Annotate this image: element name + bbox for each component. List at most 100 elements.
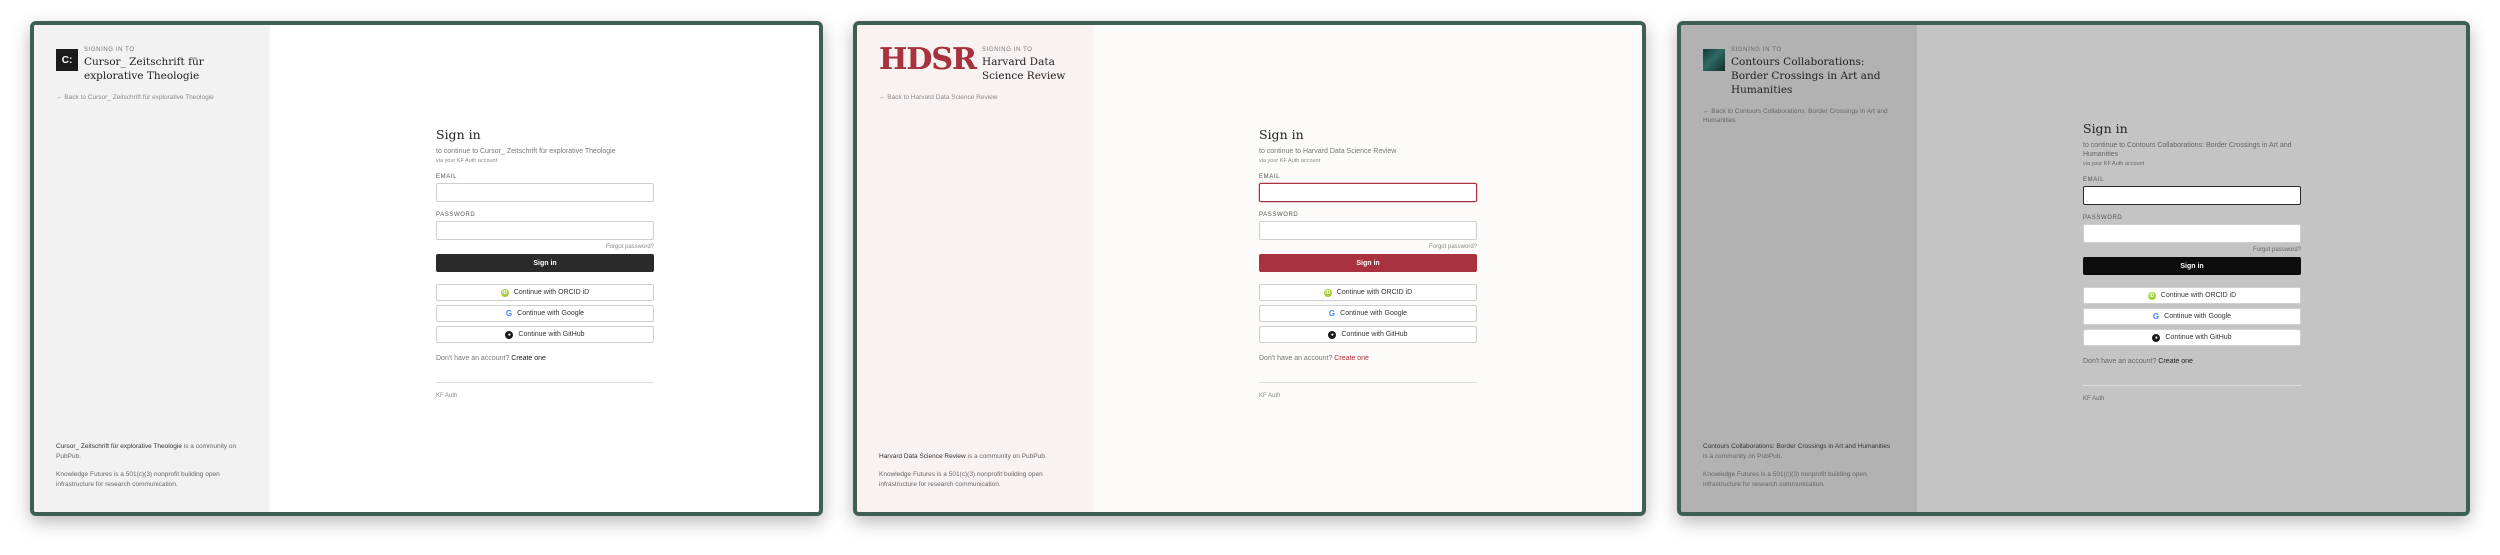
kf-auth-label: KF Auth (1259, 393, 1281, 399)
continue-to-text: to continue to Harvard Data Science Revi… (1259, 148, 1397, 155)
community-logo (1703, 49, 1725, 71)
signin-main: Sign in to continue to Harvard Data Scie… (1093, 25, 1642, 512)
community-logo: HDSR (879, 42, 977, 77)
kf-auth-label: KF Auth (2083, 396, 2105, 402)
email-field[interactable] (2083, 186, 2301, 205)
community-sidebar: C: SIGNING IN TO Cursor_ Zeitschrift für… (34, 25, 270, 512)
github-icon: ● (1328, 330, 1337, 339)
forgot-password-link[interactable]: Forgot password? (2083, 247, 2301, 253)
email-field[interactable] (1259, 183, 1477, 202)
footer-community-note: is a community on PubPub. (967, 453, 1047, 460)
sidebar-footer: Harvard Data Science Review is a communi… (879, 452, 1071, 490)
back-link[interactable]: ← Back to Contours Collaborations: Borde… (1703, 107, 1895, 125)
back-link[interactable]: ← Back to Cursor_ Zeitschrift für explor… (56, 93, 248, 102)
via-account-text: via your KF Auth account (1259, 158, 1321, 164)
github-button[interactable]: ● Continue with GitHub (436, 326, 654, 343)
password-field[interactable] (2083, 224, 2301, 243)
signing-in-to-label: SIGNING IN TO (84, 47, 135, 53)
community-brand: SIGNING IN TO Contours Collaborations: B… (1703, 45, 1895, 97)
footer-kf-note: Knowledge Futures is a 501(c)(3) nonprof… (879, 471, 1043, 488)
community-brand: C: SIGNING IN TO Cursor_ Zeitschrift für… (56, 45, 248, 83)
signin-main: Sign in to continue to Contours Collabor… (1917, 25, 2466, 512)
no-account-text: Don't have an account? Create one (1259, 355, 1477, 362)
via-account-text: via your KF Auth account (2083, 161, 2145, 167)
google-button-label: Continue with Google (2164, 313, 2232, 320)
divider (1259, 382, 1477, 383)
orcid-button-label: Continue with ORCID iD (1336, 289, 1413, 296)
no-account-text: Don't have an account? Create one (2083, 358, 2301, 365)
signin-window-hdsr: HDSR SIGNING IN TO Harvard Data Science … (853, 21, 1646, 516)
no-account-label: Don't have an account? (2083, 358, 2157, 365)
orcid-button[interactable]: iD Continue with ORCID iD (1259, 284, 1477, 301)
orcid-icon: iD (2147, 291, 2156, 300)
create-account-link[interactable]: Create one (1334, 355, 1369, 362)
footer-community-name: Harvard Data Science Review (879, 453, 966, 460)
forgot-password-link[interactable]: Forgot password? (436, 244, 654, 250)
sign-in-button[interactable]: Sign in (1259, 254, 1477, 272)
sign-in-button[interactable]: Sign in (436, 254, 654, 272)
signin-form: Sign in to continue to Cursor_ Zeitschri… (436, 127, 654, 399)
github-icon: ● (2152, 333, 2161, 342)
github-button-label: Continue with GitHub (518, 331, 585, 338)
community-sidebar: SIGNING IN TO Contours Collaborations: B… (1681, 25, 1917, 512)
divider (2083, 385, 2301, 386)
email-label: EMAIL (1259, 174, 1281, 180)
github-button-label: Continue with GitHub (1341, 331, 1408, 338)
github-button-label: Continue with GitHub (2165, 334, 2232, 341)
sign-in-button[interactable]: Sign in (2083, 257, 2301, 275)
email-field[interactable] (436, 183, 654, 202)
signin-main: Sign in to continue to Cursor_ Zeitschri… (270, 25, 819, 512)
google-button[interactable]: G Continue with Google (436, 305, 654, 322)
google-button[interactable]: G Continue with Google (1259, 305, 1477, 322)
google-icon: G (505, 309, 513, 318)
github-button[interactable]: ● Continue with GitHub (2083, 329, 2301, 346)
google-button[interactable]: G Continue with Google (2083, 308, 2301, 325)
footer-kf-note: Knowledge Futures is a 501(c)(3) nonprof… (56, 471, 220, 488)
sidebar-footer: Cursor_ Zeitschrift für explorative Theo… (56, 442, 248, 490)
orcid-button-label: Continue with ORCID iD (513, 289, 590, 296)
back-link[interactable]: ← Back to Harvard Data Science Review (879, 93, 1071, 102)
google-icon: G (1328, 309, 1336, 318)
footer-community-name: Contours Collaborations: Border Crossing… (1703, 443, 1891, 450)
community-brand: HDSR SIGNING IN TO Harvard Data Science … (879, 45, 1071, 83)
orcid-button[interactable]: iD Continue with ORCID iD (2083, 287, 2301, 304)
email-label: EMAIL (436, 174, 458, 180)
signin-heading: Sign in (436, 127, 481, 142)
footer-community-note: is a community on PubPub. (1703, 453, 1783, 460)
google-button-label: Continue with Google (517, 310, 585, 317)
orcid-button-label: Continue with ORCID iD (2160, 292, 2237, 299)
no-account-label: Don't have an account? (1259, 355, 1333, 362)
signing-in-to-label: SIGNING IN TO (1731, 47, 1782, 53)
community-title: Contours Collaborations: Border Crossing… (1731, 56, 1881, 96)
continue-to-text: to continue to Contours Collaborations: … (2083, 142, 2292, 158)
github-button[interactable]: ● Continue with GitHub (1259, 326, 1477, 343)
password-label: PASSWORD (436, 212, 476, 218)
signing-in-to-label: SIGNING IN TO (981, 47, 1033, 53)
orcid-icon: iD (1323, 288, 1332, 297)
password-field[interactable] (1259, 221, 1477, 240)
sidebar-footer: Contours Collaborations: Border Crossing… (1703, 442, 1895, 490)
password-label: PASSWORD (1259, 212, 1299, 218)
email-label: EMAIL (2083, 177, 2105, 183)
community-logo: C: (56, 49, 78, 71)
no-account-label: Don't have an account? (436, 355, 510, 362)
divider (436, 382, 654, 383)
community-title: Cursor_ Zeitschrift für explorative Theo… (84, 56, 204, 82)
orcid-icon: iD (500, 288, 509, 297)
github-icon: ● (505, 330, 514, 339)
continue-to-text: to continue to Cursor_ Zeitschrift für e… (436, 148, 616, 155)
password-label: PASSWORD (2083, 215, 2123, 221)
signin-form: Sign in to continue to Contours Collabor… (2083, 121, 2301, 402)
signin-heading: Sign in (2083, 121, 2128, 136)
create-account-link[interactable]: Create one (2158, 358, 2193, 365)
footer-community-name: Cursor_ Zeitschrift für explorative Theo… (56, 443, 182, 450)
no-account-text: Don't have an account? Create one (436, 355, 654, 362)
forgot-password-link[interactable]: Forgot password? (1259, 244, 1477, 250)
google-icon: G (2152, 312, 2160, 321)
signin-window-contours: SIGNING IN TO Contours Collaborations: B… (1677, 21, 2470, 516)
create-account-link[interactable]: Create one (511, 355, 546, 362)
orcid-button[interactable]: iD Continue with ORCID iD (436, 284, 654, 301)
password-field[interactable] (436, 221, 654, 240)
signin-form: Sign in to continue to Harvard Data Scie… (1259, 127, 1477, 399)
footer-kf-note: Knowledge Futures is a 501(c)(3) nonprof… (1703, 471, 1867, 488)
